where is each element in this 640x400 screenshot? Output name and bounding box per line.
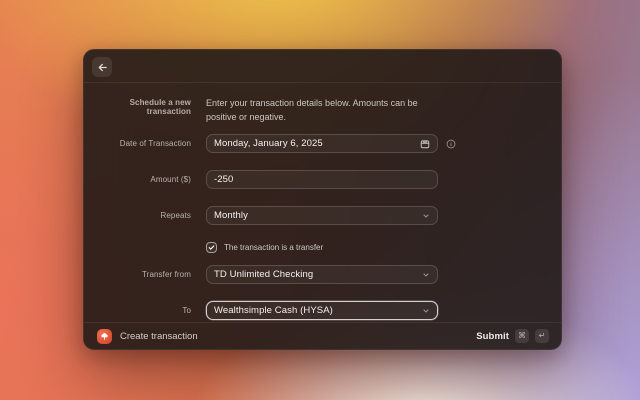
repeats-row: Repeats Monthly [84, 206, 561, 225]
dialog-footer: Create transaction Submit ⌘ ↵ [84, 322, 561, 349]
chevron-down-icon [422, 271, 430, 279]
footer-action-label: Create transaction [120, 331, 198, 342]
amount-value: -250 [214, 174, 430, 185]
form-section-description: Enter your transaction details below. Am… [206, 96, 438, 124]
app-logo-icon [97, 329, 112, 344]
command-key-icon[interactable]: ⌘ [515, 329, 529, 343]
amount-row: Amount ($) -250 [84, 170, 561, 189]
transfer-from-value: TD Unlimited Checking [214, 269, 416, 280]
date-input[interactable]: Monday, January 6, 2025 [206, 134, 438, 153]
transfer-from-label: Transfer from [84, 270, 191, 279]
amount-input[interactable]: -250 [206, 170, 438, 189]
form-intro: Schedule a new transaction Enter your tr… [84, 96, 561, 124]
schedule-transaction-dialog: Schedule a new transaction Enter your tr… [83, 49, 562, 350]
transfer-to-value: Wealthsimple Cash (HYSA) [214, 305, 416, 316]
back-button[interactable] [92, 57, 112, 77]
date-row: Date of Transaction Monday, January 6, 2… [84, 134, 561, 153]
transfer-from-select[interactable]: TD Unlimited Checking [206, 265, 438, 284]
transfer-to-label: To [84, 306, 191, 315]
repeats-select[interactable]: Monthly [206, 206, 438, 225]
checkmark-icon [208, 244, 215, 251]
amount-label: Amount ($) [84, 175, 191, 184]
transfer-checkbox-label[interactable]: The transaction is a transfer [224, 243, 323, 252]
form-section-title: Schedule a new transaction [84, 96, 191, 116]
transfer-to-row: To Wealthsimple Cash (HYSA) [84, 301, 561, 320]
dialog-header [84, 50, 561, 83]
calendar-icon [420, 139, 430, 149]
date-label: Date of Transaction [84, 139, 191, 148]
arrow-left-icon [97, 62, 108, 73]
repeats-value: Monthly [214, 210, 416, 221]
transfer-to-select[interactable]: Wealthsimple Cash (HYSA) [206, 301, 438, 320]
chevron-down-icon [422, 212, 430, 220]
return-key-icon[interactable]: ↵ [535, 329, 549, 343]
submit-button[interactable]: Submit [476, 331, 509, 342]
info-icon [446, 139, 456, 149]
transfer-checkbox[interactable] [206, 242, 217, 253]
date-info-button[interactable] [446, 139, 456, 149]
chevron-down-icon [422, 307, 430, 315]
date-value: Monday, January 6, 2025 [214, 138, 414, 149]
transaction-form: Schedule a new transaction Enter your tr… [84, 83, 561, 320]
transfer-from-row: Transfer from TD Unlimited Checking [84, 265, 561, 284]
transfer-checkbox-row: The transaction is a transfer [206, 242, 561, 253]
repeats-label: Repeats [84, 211, 191, 220]
